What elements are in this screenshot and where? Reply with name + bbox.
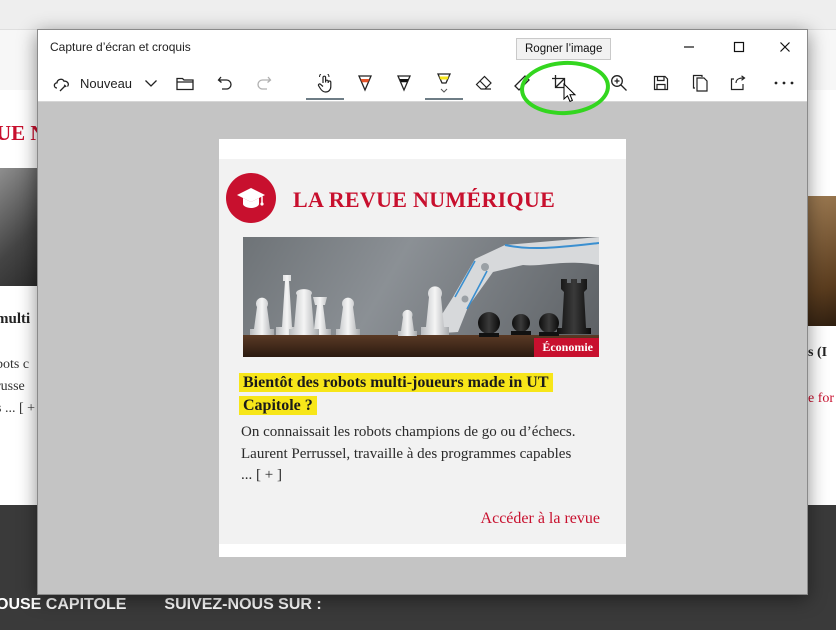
ruler-button[interactable] <box>506 68 538 98</box>
footer-university-label: OUSE CAPITOLE <box>0 596 127 613</box>
crop-tooltip: Rogner l’image <box>516 38 612 60</box>
zoom-button[interactable] <box>603 68 635 98</box>
background-right-image <box>808 196 836 326</box>
share-icon <box>730 75 746 91</box>
pencil-icon <box>397 75 411 92</box>
pencil-button[interactable] <box>387 68 421 98</box>
new-snip-dropdown[interactable] <box>140 68 162 98</box>
background-left-headline: multi <box>0 311 31 327</box>
redo-button[interactable] <box>249 68 279 98</box>
captured-image: LA REVUE NUMÉRIQUE Économie Bientôt des … <box>219 139 626 557</box>
open-file-button[interactable] <box>170 68 200 98</box>
background-browser-bar <box>0 0 836 30</box>
highlighter-icon <box>436 73 452 93</box>
undo-icon <box>217 76 232 90</box>
maximize-button[interactable] <box>720 34 758 60</box>
copy-icon <box>692 74 708 92</box>
background-right-headline: s (I <box>808 345 828 360</box>
save-icon <box>653 75 669 91</box>
category-badge[interactable]: Économie <box>534 338 599 357</box>
new-snip-icon <box>53 78 69 92</box>
touch-writing-active-underline <box>306 98 344 100</box>
ballpoint-pen-icon <box>358 75 372 92</box>
more-options-button[interactable] <box>766 68 802 98</box>
eraser-icon <box>475 75 492 90</box>
background-footer-line: OUSE CAPITOLE SUIVEZ-NOUS SUR : <box>0 596 322 626</box>
highlighter-active-underline <box>425 98 463 100</box>
headline-line-1: Bientôt des robots multi-joueurs made in… <box>239 373 553 392</box>
title-bar[interactable]: Capture d’écran et croquis Rogner l’imag… <box>38 30 807 64</box>
eraser-button[interactable] <box>467 68 501 98</box>
article-excerpt: On connaissait les robots champions de g… <box>241 424 576 483</box>
redo-icon <box>257 76 272 90</box>
more-icon <box>774 81 794 85</box>
background-right-link[interactable]: e for <box>808 391 834 407</box>
touch-writing-button[interactable] <box>306 68 344 100</box>
close-button[interactable] <box>766 34 804 60</box>
new-snip-label: Nouveau <box>80 75 133 91</box>
minimize-icon <box>684 46 694 48</box>
ruler-icon <box>514 75 530 91</box>
folder-icon <box>176 77 194 90</box>
revue-logo <box>226 173 276 223</box>
article-hero-image[interactable]: Économie <box>243 237 599 357</box>
background-left-line: s ... [ + <box>0 401 36 416</box>
toolbar: Nouveau <box>38 64 807 102</box>
close-icon <box>780 42 790 52</box>
revue-card: LA REVUE NUMÉRIQUE Économie Bientôt des … <box>219 159 626 544</box>
headline-line-2: Capitole ? <box>239 396 317 415</box>
minimize-button[interactable] <box>670 34 708 60</box>
background-left-image <box>0 168 38 286</box>
read-more-link[interactable]: Accéder à la revue <box>481 510 600 528</box>
new-snip-button[interactable]: Nouveau <box>48 68 148 98</box>
snip-and-sketch-window: Capture d’écran et croquis Rogner l’imag… <box>37 29 808 595</box>
footer-follow-label: SUIVEZ-NOUS SUR : <box>164 596 322 613</box>
background-left-line: bots c <box>0 357 30 372</box>
graduation-cap-icon <box>237 188 265 208</box>
mouse-pointer-icon <box>563 83 577 103</box>
maximize-icon <box>733 41 745 53</box>
undo-button[interactable] <box>210 68 240 98</box>
window-title: Capture d’écran et croquis <box>50 40 191 54</box>
background-left-text: bots c russe s ... [ + <box>0 354 40 420</box>
chevron-down-icon <box>145 80 157 87</box>
save-button[interactable] <box>645 68 677 98</box>
zoom-icon <box>611 75 627 91</box>
touch-writing-icon <box>317 73 332 93</box>
highlighter-button[interactable] <box>425 68 463 100</box>
article-headline[interactable]: Bientôt des robots multi-joueurs made in… <box>239 371 599 417</box>
background-left-line: russe <box>0 379 25 394</box>
ballpoint-pen-button[interactable] <box>348 68 382 98</box>
share-button[interactable] <box>723 68 755 98</box>
copy-button[interactable] <box>684 68 716 98</box>
revue-title: LA REVUE NUMÉRIQUE <box>293 187 556 212</box>
